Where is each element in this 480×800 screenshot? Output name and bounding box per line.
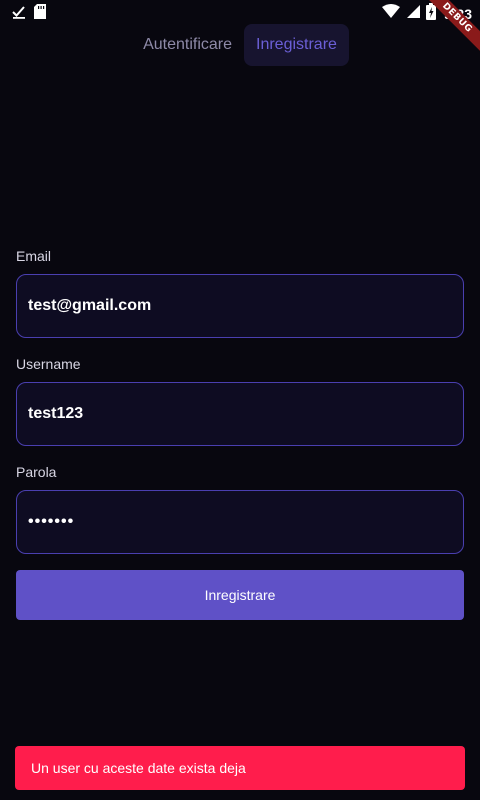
password-field[interactable] bbox=[16, 490, 464, 554]
tab-autentificare[interactable]: Autentificare bbox=[131, 24, 244, 66]
email-label: Email bbox=[16, 248, 52, 264]
status-time: 9:23 bbox=[443, 6, 472, 22]
error-snackbar: Un user cu aceste date exista deja bbox=[15, 746, 465, 790]
username-label: Username bbox=[16, 356, 81, 372]
register-button[interactable]: Inregistrare bbox=[16, 570, 464, 620]
auth-tabs: Autentificare Inregistrare bbox=[0, 24, 480, 66]
tab-inregistrare[interactable]: Inregistrare bbox=[244, 24, 349, 66]
password-label: Parola bbox=[16, 464, 57, 480]
register-form: Email Username Parola Inregistrare bbox=[16, 246, 464, 620]
status-left-icons bbox=[12, 4, 46, 24]
battery-icon bbox=[425, 3, 436, 25]
app-screen: 9:23 DEBUG Autentificare Inregistrare Em… bbox=[0, 0, 480, 800]
status-bar: 9:23 bbox=[0, 0, 480, 24]
signal-icon bbox=[406, 4, 420, 24]
email-field[interactable] bbox=[16, 274, 464, 338]
username-field[interactable] bbox=[16, 382, 464, 446]
status-right-icons: 9:23 bbox=[381, 3, 472, 25]
snackbar-message: Un user cu aceste date exista deja bbox=[31, 760, 246, 776]
sd-card-icon bbox=[34, 4, 46, 24]
wifi-icon bbox=[381, 4, 400, 24]
check-icon bbox=[12, 5, 26, 24]
